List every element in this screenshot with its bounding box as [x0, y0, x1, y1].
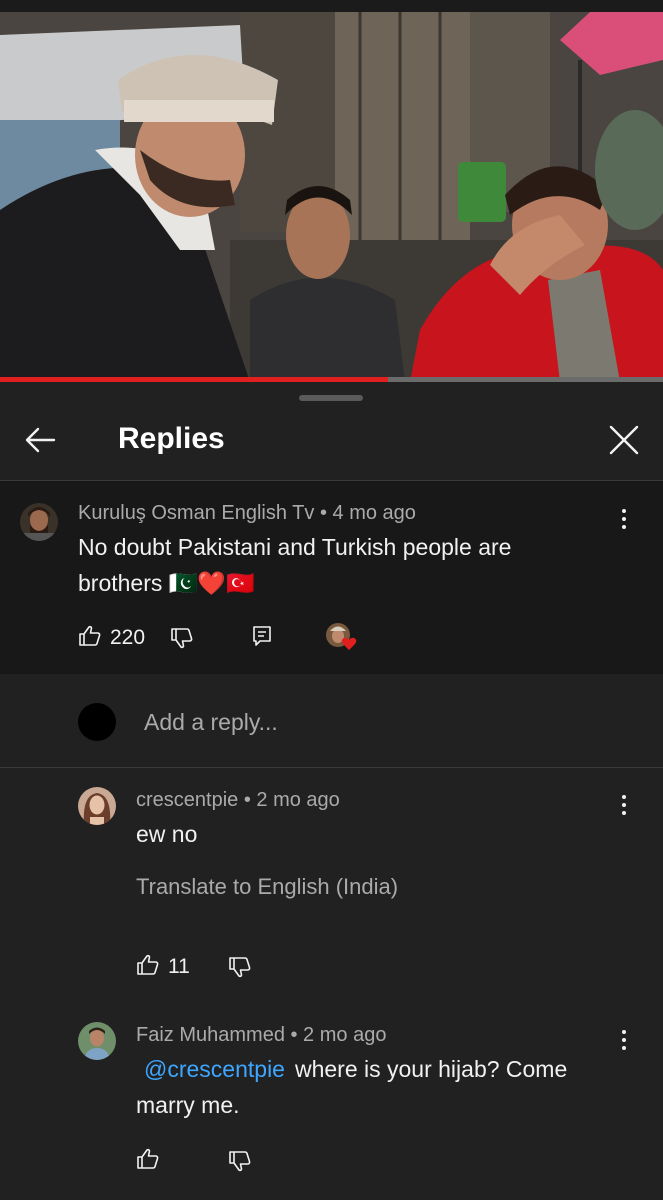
- like-icon[interactable]: [78, 624, 102, 653]
- like-icon[interactable]: [136, 1147, 160, 1176]
- comment-time: • 2 mo ago: [243, 789, 340, 811]
- replies-header: Replies: [0, 402, 663, 481]
- comment-text: @crescentpie where is your hijab? Come ma…: [136, 1051, 616, 1123]
- drag-handle[interactable]: [299, 395, 363, 401]
- avatar[interactable]: [78, 787, 116, 825]
- mention-link[interactable]: @crescentpie: [136, 1056, 295, 1082]
- comment-text: No doubt Pakistani and Turkish people ar…: [78, 534, 512, 596]
- creator-heart-icon: [325, 622, 359, 657]
- comment-text: ew no: [136, 821, 198, 847]
- page-title: Replies: [118, 422, 225, 455]
- comment-author[interactable]: crescentpie: [136, 789, 238, 811]
- arrow-left-icon[interactable]: [22, 422, 58, 458]
- close-icon[interactable]: [606, 422, 642, 458]
- avatar: [78, 703, 116, 741]
- parent-comment: Kuruluş Osman English Tv • 4 mo ago No d…: [0, 481, 663, 674]
- comment-meta: crescentpie • 2 mo ago: [136, 789, 340, 812]
- dislike-icon[interactable]: [170, 626, 194, 655]
- translate-link[interactable]: Translate to English (India): [136, 874, 398, 900]
- like-count: 11: [168, 955, 190, 978]
- reply-icon[interactable]: [250, 624, 274, 653]
- more-options-icon[interactable]: [620, 795, 628, 819]
- comment-author[interactable]: Kuruluş Osman English Tv: [78, 502, 314, 524]
- add-reply-row: [0, 675, 663, 768]
- comment-author[interactable]: Faiz Muhammed: [136, 1024, 285, 1046]
- video-frame-image: [0, 0, 663, 382]
- comment-time: • 4 mo ago: [319, 502, 416, 524]
- avatar[interactable]: [20, 503, 58, 541]
- comment-time: • 2 mo ago: [290, 1024, 387, 1046]
- reply-input[interactable]: [142, 695, 626, 749]
- more-options-icon[interactable]: [620, 1030, 628, 1054]
- comment-meta: Kuruluş Osman English Tv • 4 mo ago: [78, 502, 416, 525]
- dislike-icon[interactable]: [228, 955, 252, 984]
- like-count: 220: [110, 626, 146, 649]
- more-options-icon[interactable]: [620, 509, 628, 533]
- comment-meta: Faiz Muhammed • 2 mo ago: [136, 1024, 386, 1047]
- avatar[interactable]: [78, 1022, 116, 1060]
- like-icon[interactable]: [136, 953, 160, 982]
- video-player[interactable]: [0, 0, 663, 382]
- dislike-icon[interactable]: [228, 1149, 252, 1178]
